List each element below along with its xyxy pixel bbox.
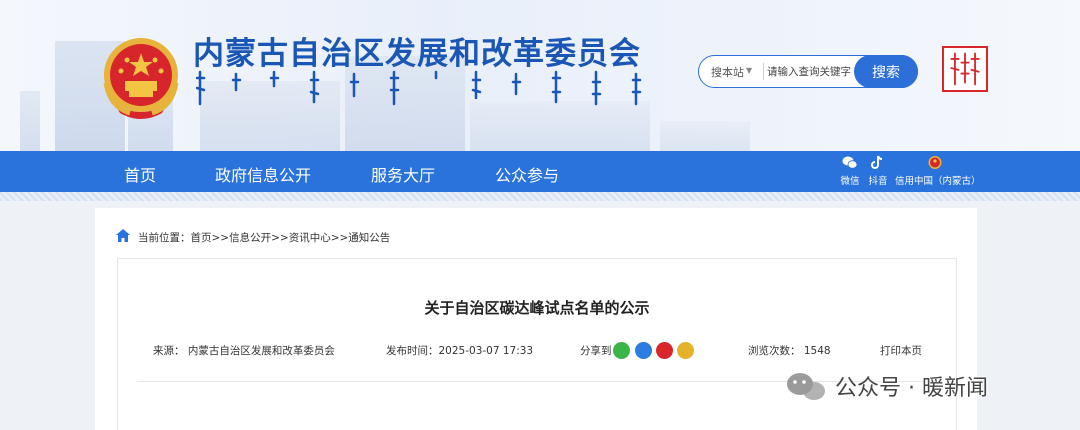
social-label: 抖音 [868,176,888,187]
share-qzone-icon[interactable] [677,342,694,359]
nav-item-home[interactable]: 首页 [124,162,156,186]
article-date: 发布时间：2025-03-07 17:33 [386,345,534,357]
nav-item-public-participation[interactable]: 公众参与 [495,162,559,186]
breadcrumb[interactable]: 当前位置：首页>>信息公开>>资讯中心>>通知公告 [138,230,390,245]
mongolian-script-logo [196,70,642,106]
site-title[interactable]: 内蒙古自治区发展和改革委员会 [193,28,641,73]
main-nav: 首页 政府信息公开 服务大厅 公众参与 微信 抖音 信用中国（内蒙古） [0,151,1080,192]
view-count: 浏览次数： 1548 [748,345,831,357]
wechat-icon [842,156,858,169]
building-decoration [470,101,650,151]
social-credit-china[interactable]: 信用中国（内蒙古） [895,155,981,187]
article-title: 关于自治区碳达峰试点名单的公示 [424,299,650,317]
home-icon[interactable] [116,229,130,242]
mongolian-seal-logo[interactable] [942,46,988,92]
douyin-icon [871,155,883,169]
search-divider [763,63,764,80]
national-emblem-icon[interactable] [100,33,182,123]
nav-item-service-hall[interactable]: 服务大厅 [371,162,435,186]
share-label: 分享到 [580,345,612,357]
social-label: 信用中国（内蒙古） [895,176,981,187]
nav-item-government-info[interactable]: 政府信息公开 [215,162,311,186]
share-wechat-icon[interactable] [613,342,630,359]
social-label: 微信 [840,176,860,187]
print-button[interactable]: 打印本页 [880,343,922,358]
share-qq-icon[interactable] [635,342,652,359]
credit-china-icon [928,156,942,169]
article-source: 来源： 内蒙古自治区发展和改革委员会 [153,345,335,357]
social-douyin[interactable]: 抖音 [866,155,890,187]
building-decoration [20,91,40,151]
search-input[interactable] [767,57,853,86]
search-button[interactable]: 搜索 [854,55,918,88]
share-weibo-icon[interactable] [656,342,673,359]
watermark-text: 公众号 · 暖新闻 [835,376,988,401]
nav-stripe-decoration [0,192,1080,201]
social-wechat[interactable]: 微信 [838,155,862,187]
chevron-down-icon[interactable]: ▼ [746,66,752,75]
search-scope-select[interactable]: 搜本站 [711,64,744,80]
building-decoration [660,121,750,151]
